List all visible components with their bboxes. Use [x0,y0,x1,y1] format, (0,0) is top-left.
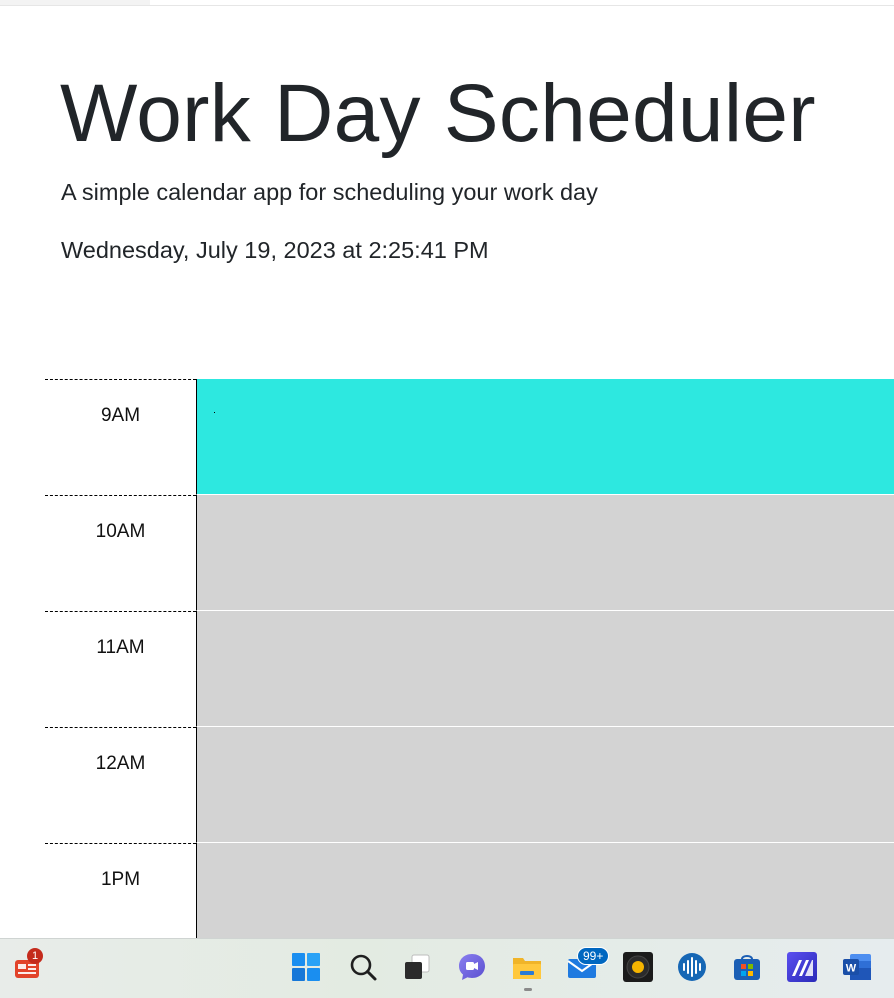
notification-badge: 1 [27,948,43,964]
scheduler-page: Work Day Scheduler A simple calendar app… [0,0,894,938]
description-textarea[interactable] [196,843,894,938]
current-day: Wednesday, July 19, 2023 at 2:25:41 PM [61,237,489,263]
hour-label: 11AM [45,611,196,727]
hour-label: 10AM [45,495,196,611]
store-icon[interactable] [731,951,763,983]
top-divider [0,5,894,6]
time-block-row: 11AM [45,611,894,727]
taskbar: 1 99+ W [0,938,894,998]
hour-label: 1PM [45,843,196,938]
hour-label: 9AM [45,379,196,495]
media-player-icon[interactable] [622,951,654,983]
word-icon[interactable]: W [841,951,873,983]
task-view-icon[interactable] [401,951,433,983]
news-widget-icon[interactable]: 1 [11,948,43,983]
time-block-row: 12AM [45,727,894,843]
chat-icon[interactable] [456,951,488,983]
schedule-container: 9AM 10AM 11AM 12AM 1PM [45,379,894,938]
time-block-row: 10AM [45,495,894,611]
description-textarea[interactable] [196,379,894,495]
search-icon[interactable] [347,951,379,983]
mail-icon[interactable]: 99+ [566,947,610,983]
hour-label-text: 9AM [100,405,141,426]
hour-label-text: 12AM [95,753,146,774]
time-block-row: 9AM [45,379,894,495]
editor-app-icon[interactable] [786,951,818,983]
hour-label-text: 10AM [95,521,146,542]
time-block-row: 1PM [45,843,894,938]
svg-text:W: W [846,963,857,975]
hour-label-text: 1PM [100,869,141,890]
mail-count-badge: 99+ [577,947,610,965]
description-text [214,412,215,413]
hour-label-text: 11AM [96,637,145,658]
active-app-indicator [524,988,532,991]
description-textarea[interactable] [196,727,894,843]
audio-app-icon[interactable] [676,951,708,983]
start-icon[interactable] [290,951,322,983]
page-title: Work Day Scheduler [60,68,816,159]
description-textarea[interactable] [196,495,894,611]
description-textarea[interactable] [196,611,894,727]
hour-label: 12AM [45,727,196,843]
page-lead: A simple calendar app for scheduling you… [61,179,598,205]
file-explorer-icon[interactable] [511,951,543,983]
